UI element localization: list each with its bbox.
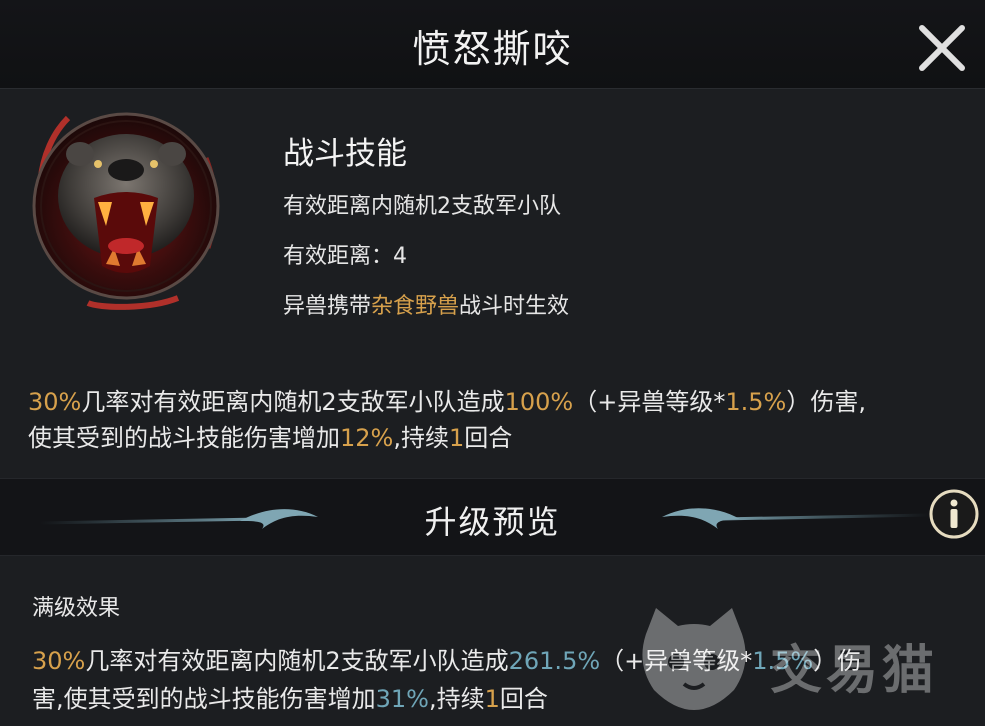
max-damage: 261.5% xyxy=(508,647,601,675)
skill-type: 战斗技能 xyxy=(283,136,407,172)
condition-prefix: 异兽携带 xyxy=(283,294,372,319)
upgrade-preview-bar: 升级预览 xyxy=(0,478,985,556)
max-turns: 1 xyxy=(484,685,500,713)
desc-text-3: ）伤害, xyxy=(786,388,866,416)
max-text-6: 回合 xyxy=(499,685,548,713)
condition-suffix: 战斗时生效 xyxy=(459,294,570,319)
condition-highlight: 杂食野兽 xyxy=(371,294,460,319)
desc-text-5: ,持续 xyxy=(393,424,449,452)
wing-ornament-right-icon xyxy=(662,508,930,529)
watermark: 交易猫 xyxy=(634,604,974,716)
close-icon xyxy=(919,25,965,71)
desc-increase: 12% xyxy=(340,424,394,452)
info-icon xyxy=(929,489,979,539)
bear-portrait-icon xyxy=(32,112,220,310)
max-text-5: ,持续 xyxy=(428,685,485,713)
desc-chance: 30% xyxy=(28,388,82,416)
cat-logo-icon xyxy=(642,608,746,710)
range-value: 4 xyxy=(393,244,408,269)
dialog-header: 愤怒撕咬 xyxy=(0,0,985,89)
skill-description: 30%几率对有效距离内随机2支敌军小队造成100%（+异兽等级*1.5%）伤害,… xyxy=(28,384,978,456)
desc-text-2: （+异兽等级* xyxy=(573,388,726,416)
max-chance: 30% xyxy=(32,647,86,675)
desc-scaling: 1.5% xyxy=(725,388,787,416)
max-level-label: 满级效果 xyxy=(32,596,121,621)
watermark-text: 交易猫 xyxy=(770,641,939,701)
close-button[interactable] xyxy=(912,18,972,78)
desc-text-1: 几率对有效距离内随机2支敌军小队造成 xyxy=(81,388,505,416)
range-label: 有效距离： xyxy=(283,244,394,269)
skill-target: 有效距离内随机2支敌军小队 xyxy=(283,194,561,219)
desc-text-6: 回合 xyxy=(464,424,513,452)
skill-range: 有效距离：4 xyxy=(283,238,407,270)
desc-turns: 1 xyxy=(448,424,465,452)
max-increase: 31% xyxy=(375,685,429,713)
skill-title: 愤怒撕咬 xyxy=(412,27,573,71)
desc-damage: 100% xyxy=(504,388,574,416)
info-button[interactable] xyxy=(927,487,981,541)
max-text-1: 几率对有效距离内随机2支敌军小队造成 xyxy=(85,647,509,675)
skill-condition: 异兽携带杂食野兽战斗时生效 xyxy=(283,288,569,320)
desc-text-4: 使其受到的战斗技能伤害增加 xyxy=(28,424,340,452)
max-text-4: 害,使其受到的战斗技能伤害增加 xyxy=(32,685,376,713)
